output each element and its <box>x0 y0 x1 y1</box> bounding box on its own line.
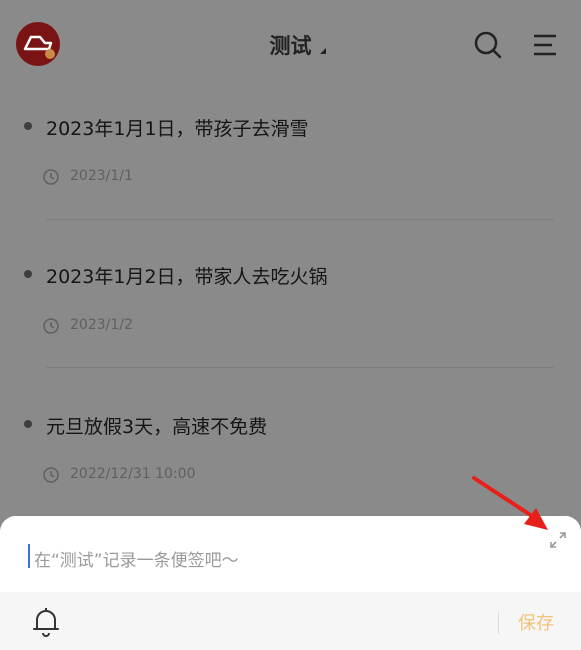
note-text: 2023年1月2日，带家人去吃火锅 <box>46 266 328 288</box>
clock-icon <box>43 318 59 334</box>
bell-icon[interactable] <box>30 605 62 639</box>
text-cursor <box>28 544 30 568</box>
note-input[interactable]: 在“测试”记录一条便签吧～ <box>0 516 581 592</box>
top-bar: 测试 <box>0 0 581 92</box>
expand-icon[interactable] <box>548 530 568 550</box>
note-timestamp: 2023/1/2 <box>70 317 133 333</box>
bullet-dot <box>24 420 32 428</box>
search-icon[interactable] <box>472 29 504 61</box>
bullet-dot <box>24 270 32 278</box>
divider <box>46 219 554 220</box>
list-item[interactable]: 2023年1月1日，带孩子去滑雪 2023/1/1 <box>0 108 581 220</box>
bullet-dot <box>24 122 32 130</box>
clock-icon <box>43 467 59 483</box>
title-dropdown-caret-icon[interactable] <box>320 48 326 54</box>
note-timestamp: 2023/1/1 <box>70 168 133 184</box>
note-input-placeholder: 在“测试”记录一条便签吧～ <box>34 551 239 571</box>
divider <box>46 367 554 368</box>
note-timestamp: 2022/12/31 10:00 <box>70 466 196 482</box>
note-text: 元旦放假3天，高速不免费 <box>46 416 268 438</box>
list-item[interactable]: 2023年1月2日，带家人去吃火锅 2023/1/2 <box>0 256 581 368</box>
list-item[interactable]: 元旦放假3天，高速不免费 2022/12/31 10:00 <box>0 406 581 506</box>
menu-icon[interactable] <box>529 30 561 60</box>
composer-toolbar <box>0 592 581 650</box>
note-text: 2023年1月1日，带孩子去滑雪 <box>46 118 309 140</box>
toolbar-divider <box>498 612 499 634</box>
clock-icon <box>43 169 59 185</box>
save-button[interactable]: 保存 <box>518 609 554 635</box>
